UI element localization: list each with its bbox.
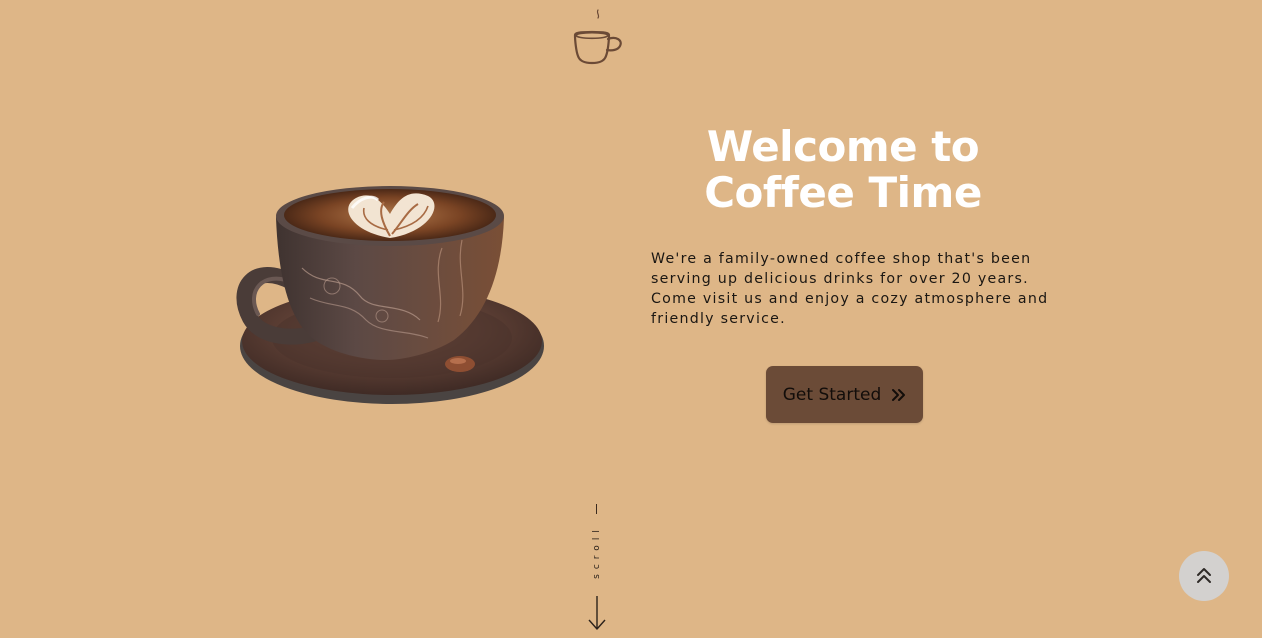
arrow-down-icon	[588, 596, 606, 630]
hero-description: We're a family-owned coffee shop that's …	[651, 251, 1049, 327]
coffee-cup-logo-icon[interactable]	[570, 4, 628, 68]
double-chevron-up-icon	[1197, 568, 1211, 583]
get-started-label: Get Started	[782, 384, 882, 405]
scroll-divider	[596, 504, 597, 514]
hero-title: Welcome to Coffee Time	[704, 122, 982, 217]
scroll-label: scroll	[592, 525, 602, 579]
scroll-indicator[interactable]: scroll	[584, 500, 610, 634]
latte-cup-image	[236, 186, 544, 404]
double-chevron-right-icon	[892, 388, 906, 401]
get-started-button[interactable]: Get Started	[766, 366, 923, 423]
back-to-top-button[interactable]	[1179, 551, 1229, 601]
